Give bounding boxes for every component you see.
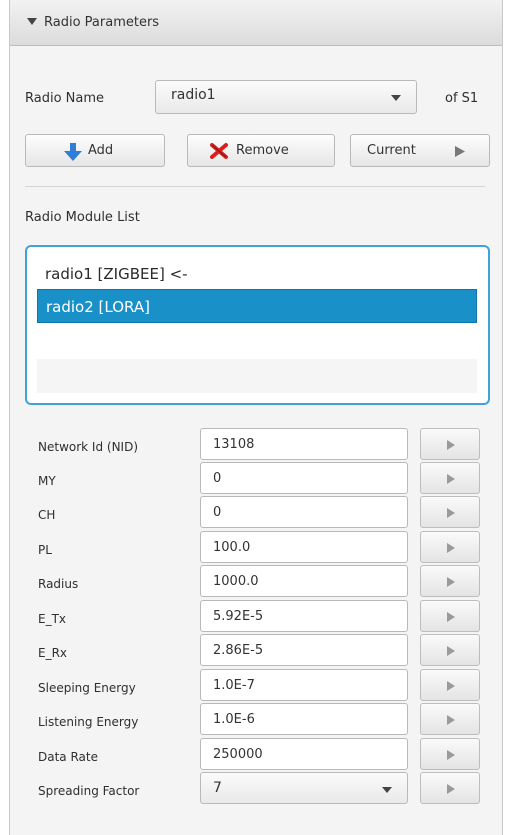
my-apply-button[interactable]: [420, 462, 480, 494]
panel-header[interactable]: Radio Parameters: [10, 0, 502, 46]
data-rate-value: 250000: [213, 747, 263, 762]
erx-apply-button[interactable]: [420, 634, 480, 666]
erx-field[interactable]: 2.86E-5: [200, 634, 408, 666]
add-button[interactable]: Add: [25, 134, 165, 167]
chevron-down-icon: [382, 787, 392, 793]
pl-field[interactable]: 100.0: [200, 531, 408, 563]
ch-label: CH: [38, 508, 56, 522]
radio-parameters-panel: Radio Parameters Radio Name radio1 of S1…: [9, 0, 503, 835]
listening-energy-field[interactable]: 1.0E-6: [200, 703, 408, 735]
chevron-down-icon: [391, 95, 401, 101]
list-item-selected[interactable]: radio2 [LORA]: [37, 289, 477, 323]
nid-value: 13108: [213, 437, 255, 452]
remove-button-label: Remove: [236, 143, 289, 158]
erx-label: E_Rx: [38, 646, 68, 660]
sleeping-energy-value: 1.0E-7: [213, 678, 255, 693]
spreading-factor-value: 7: [213, 780, 222, 796]
radius-label: Radius: [38, 577, 79, 591]
radius-field[interactable]: 1000.0: [200, 565, 408, 597]
spreading-factor-label: Spreading Factor: [38, 784, 140, 798]
remove-button[interactable]: Remove: [187, 134, 335, 167]
nid-field[interactable]: 13108: [200, 428, 408, 460]
play-icon: [447, 715, 455, 725]
play-icon: [455, 146, 465, 161]
ch-value: 0: [213, 505, 222, 520]
etx-apply-button[interactable]: [420, 600, 480, 632]
sleeping-energy-apply-button[interactable]: [420, 669, 480, 701]
radio-module-list[interactable]: radio1 [ZIGBEE] <- radio2 [LORA]: [25, 245, 490, 405]
pl-label: PL: [38, 543, 52, 557]
spreading-factor-select[interactable]: 7: [200, 772, 408, 804]
radio-name-value: radio1: [171, 87, 216, 103]
play-icon: [447, 784, 455, 794]
current-button[interactable]: Current: [350, 134, 490, 167]
data-rate-label: Data Rate: [38, 750, 98, 764]
spreading-factor-apply-button[interactable]: [420, 772, 480, 804]
my-label: MY: [38, 474, 56, 488]
list-item-text: radio1 [ZIGBEE] <-: [45, 265, 188, 283]
play-icon: [447, 681, 455, 691]
play-icon: [447, 474, 455, 484]
list-item[interactable]: radio1 [ZIGBEE] <-: [37, 257, 477, 291]
pl-apply-button[interactable]: [420, 531, 480, 563]
current-button-label: Current: [367, 143, 416, 158]
list-item-empty: [37, 359, 477, 393]
nid-apply-button[interactable]: [420, 428, 480, 460]
radio-name-label: Radio Name: [25, 91, 105, 106]
add-button-label: Add: [88, 143, 114, 158]
play-icon: [447, 577, 455, 587]
data-rate-apply-button[interactable]: [420, 738, 480, 770]
radius-apply-button[interactable]: [420, 565, 480, 597]
red-x-icon: [210, 143, 228, 163]
data-rate-field[interactable]: 250000: [200, 738, 408, 770]
sleeping-energy-field[interactable]: 1.0E-7: [200, 669, 408, 701]
etx-value: 5.92E-5: [213, 609, 264, 624]
sleeping-energy-label: Sleeping Energy: [38, 681, 136, 695]
my-value: 0: [213, 471, 222, 486]
module-list-label: Radio Module List: [25, 210, 140, 225]
divider: [25, 186, 485, 187]
pl-value: 100.0: [213, 540, 251, 555]
of-sensor-label: of S1: [445, 91, 479, 106]
etx-label: E_Tx: [38, 612, 67, 626]
down-arrow-icon: [64, 142, 82, 166]
listening-energy-label: Listening Energy: [38, 715, 139, 729]
etx-field[interactable]: 5.92E-5: [200, 600, 408, 632]
play-icon: [447, 646, 455, 656]
list-item-text: radio2 [LORA]: [46, 298, 150, 316]
radius-value: 1000.0: [213, 574, 259, 589]
play-icon: [447, 750, 455, 760]
radio-name-select[interactable]: radio1: [155, 80, 417, 114]
play-icon: [447, 612, 455, 622]
listening-energy-value: 1.0E-6: [213, 712, 255, 727]
play-icon: [447, 508, 455, 518]
my-field[interactable]: 0: [200, 462, 408, 494]
play-icon: [447, 440, 455, 450]
nid-label: Network Id (NID): [38, 440, 139, 454]
listening-energy-apply-button[interactable]: [420, 703, 480, 735]
collapse-triangle-icon[interactable]: [27, 18, 37, 25]
ch-apply-button[interactable]: [420, 496, 480, 528]
play-icon: [447, 543, 455, 553]
erx-value: 2.86E-5: [213, 643, 264, 658]
panel-title: Radio Parameters: [44, 15, 160, 30]
ch-field[interactable]: 0: [200, 496, 408, 528]
